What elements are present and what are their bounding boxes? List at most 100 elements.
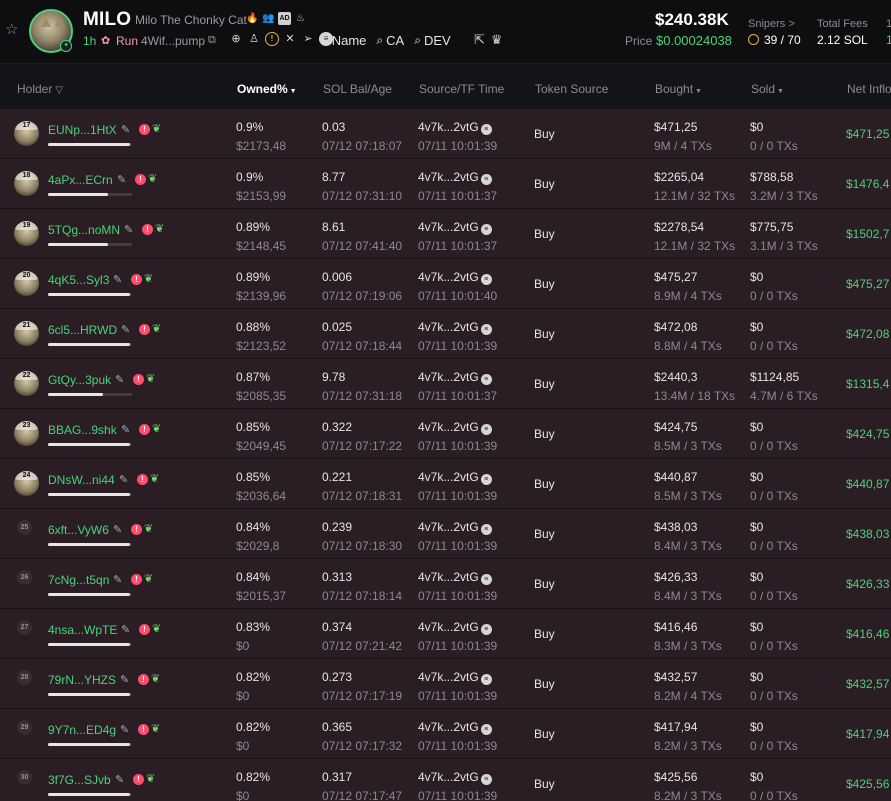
holder-rank: 19 [14, 221, 39, 230]
ad-badge-icon: AD [278, 12, 291, 25]
search-icon: ⌕ [414, 33, 421, 47]
holder-address[interactable]: GtQy...3puk [48, 373, 111, 387]
bought-usd: $471,25 [654, 120, 698, 134]
net-inflow: $475,27 [846, 277, 890, 291]
edit-icon[interactable]: ✎ [119, 473, 128, 486]
col-sold[interactable]: Sold ▼ [751, 82, 784, 96]
edit-icon[interactable]: ✎ [115, 773, 124, 786]
col-source[interactable]: Source/TF Time [419, 82, 504, 96]
table-row[interactable]: 27 4nsa...WpTE ✎ ! ❦ 0.83% $0 0.374 07/1… [0, 609, 891, 659]
edit-icon[interactable]: ✎ [121, 623, 130, 636]
crown-icon[interactable]: ♛ [491, 32, 503, 48]
external-link-icon[interactable]: ⇱ [474, 32, 485, 48]
owned-usd: $2173,48 [236, 139, 287, 153]
table-row[interactable]: 28 79rN...YHZS ✎ ! ❦ 0.82% $0 0.273 07/1… [0, 659, 891, 709]
table-row[interactable]: 22 GtQy...3puk ✎ ! ❦ 0.87% $2085,35 9.78… [0, 359, 891, 409]
table-row[interactable]: 30 3f7G...SJvb ✎ ! ❦ 0.82% $0 0.317 07/1… [0, 759, 891, 801]
holding-bar-fill [48, 393, 103, 396]
sol-balance: 0.273 [322, 670, 353, 684]
edit-icon[interactable]: ✎ [117, 173, 126, 186]
twitter-x-icon[interactable]: ✕ [283, 32, 297, 46]
search-dev-link[interactable]: ⌕ DEV [414, 33, 450, 48]
edit-icon[interactable]: ✎ [115, 373, 124, 386]
edit-icon[interactable]: ✎ [121, 423, 130, 436]
holder-address[interactable]: 9Y7n...ED4g [48, 723, 116, 737]
owned-usd: $2015,37 [236, 589, 287, 603]
holder-address[interactable]: BBAG...9shk [48, 423, 117, 437]
edit-icon[interactable]: ✎ [113, 573, 122, 586]
bought-detail: 8.2M / 4 TXs [654, 689, 722, 703]
fresh-wallet-icon: ❦ [148, 173, 158, 185]
website-icon[interactable]: ⊕ [229, 32, 243, 46]
filter-icon[interactable]: ▽ [55, 85, 63, 96]
table-row[interactable]: 24 DNsW...ni44 ✎ ! ❦ 0.85% $2036,64 0.22… [0, 459, 891, 509]
funding-source[interactable]: 4v7k...2vtG ≡ [418, 270, 492, 285]
col-sol-bal[interactable]: SOL Bal/Age [323, 82, 392, 96]
funding-source[interactable]: 4v7k...2vtG ≡ [418, 570, 492, 585]
edit-icon[interactable]: ✎ [120, 673, 129, 686]
holder-address[interactable]: EUNp...1HtX [48, 123, 117, 137]
holder-address[interactable]: 4nsa...WpTE [48, 623, 117, 637]
group-icon: 👥 [262, 13, 275, 24]
sold-detail: 0 / 0 TXs [750, 789, 798, 801]
owned-usd: $2085,35 [236, 389, 287, 403]
table-row[interactable]: 25 6xft...VyW6 ✎ ! ❦ 0.84% $2029,8 0.239… [0, 509, 891, 559]
holder-address[interactable]: 4qK5...Syl3 [48, 273, 109, 287]
search-ca-link[interactable]: ⌕ CA [376, 33, 404, 48]
favorite-star-icon[interactable]: ☆ [5, 22, 21, 38]
holder-address[interactable]: 6cl5...HRWD [48, 323, 117, 337]
fresh-wallet-icon: ❦ [152, 423, 162, 435]
funding-source[interactable]: 4v7k...2vtG ≡ [418, 170, 492, 185]
edit-icon[interactable]: ✎ [113, 523, 122, 536]
edit-icon[interactable]: ✎ [124, 223, 133, 236]
funding-source[interactable]: 4v7k...2vtG ≡ [418, 220, 492, 235]
contract-address[interactable]: 4Wif...pump [141, 34, 205, 48]
search-name-link[interactable]: ⌕ Name [322, 33, 366, 48]
edit-icon[interactable]: ✎ [121, 323, 130, 336]
table-row[interactable]: 17 EUNp...1HtX ✎ ! ❦ 0.9% $2173,48 0.03 … [0, 109, 891, 159]
funding-source[interactable]: 4v7k...2vtG ≡ [418, 620, 492, 635]
funding-source-address: 4v7k...2vtG [418, 570, 479, 584]
funding-time: 07/11 10:01:39 [418, 789, 498, 801]
funding-source[interactable]: 4v7k...2vtG ≡ [418, 720, 492, 735]
col-bought[interactable]: Bought ▼ [655, 82, 702, 96]
telegram-icon[interactable]: ➢ [301, 32, 315, 46]
warning-icon[interactable]: ! [265, 32, 279, 46]
table-row[interactable]: 26 7cNg...t5qn ✎ ! ❦ 0.84% $2015,37 0.31… [0, 559, 891, 609]
col-token-source[interactable]: Token Source [535, 82, 608, 96]
holder-address[interactable]: 5TQg...noMN [48, 223, 120, 237]
snipers-link[interactable]: Snipers > [748, 18, 795, 30]
edit-icon[interactable]: ✎ [113, 273, 122, 286]
funding-source-address: 4v7k...2vtG [418, 370, 479, 384]
copy-icon[interactable]: ⧉ [208, 34, 216, 47]
holder-address[interactable]: 3f7G...SJvb [48, 773, 111, 787]
holder-address[interactable]: 4aPx...ECrn [48, 173, 113, 187]
col-owned[interactable]: Owned% ▼ [237, 82, 297, 96]
table-row[interactable]: 18 4aPx...ECrn ✎ ! ❦ 0.9% $2153,99 8.77 … [0, 159, 891, 209]
edit-icon[interactable]: ✎ [121, 123, 130, 136]
funding-source[interactable]: 4v7k...2vtG ≡ [418, 370, 492, 385]
net-inflow: $1502,7 [846, 227, 890, 241]
net-inflow: $1476,4 [846, 177, 890, 191]
funding-source[interactable]: 4v7k...2vtG ≡ [418, 770, 492, 785]
funding-source[interactable]: 4v7k...2vtG ≡ [418, 120, 492, 135]
table-row[interactable]: 23 BBAG...9shk ✎ ! ❦ 0.85% $2049,45 0.32… [0, 409, 891, 459]
funding-source[interactable]: 4v7k...2vtG ≡ [418, 470, 492, 485]
funding-source[interactable]: 4v7k...2vtG ≡ [418, 670, 492, 685]
funding-source[interactable]: 4v7k...2vtG ≡ [418, 320, 492, 335]
table-row[interactable]: 20 4qK5...Syl3 ✎ ! ❦ 0.89% $2139,96 0.00… [0, 259, 891, 309]
holder-address[interactable]: DNsW...ni44 [48, 473, 115, 487]
funding-source[interactable]: 4v7k...2vtG ≡ [418, 420, 492, 435]
table-row[interactable]: 21 6cl5...HRWD ✎ ! ❦ 0.88% $2123,52 0.02… [0, 309, 891, 359]
sold-usd: $788,58 [750, 170, 794, 184]
holder-address[interactable]: 79rN...YHZS [48, 673, 116, 687]
col-net-inflow[interactable]: Net Inflow [847, 82, 891, 96]
funding-source[interactable]: 4v7k...2vtG ≡ [418, 520, 492, 535]
user-icon[interactable]: ♙ [247, 32, 261, 46]
holder-address[interactable]: 6xft...VyW6 [48, 523, 109, 537]
holder-address[interactable]: 7cNg...t5qn [48, 573, 109, 587]
col-holder[interactable]: Holder ▽ [17, 82, 63, 96]
table-row[interactable]: 29 9Y7n...ED4g ✎ ! ❦ 0.82% $0 0.365 07/1… [0, 709, 891, 759]
edit-icon[interactable]: ✎ [120, 723, 129, 736]
table-row[interactable]: 19 5TQg...noMN ✎ ! ❦ 0.89% $2148,45 8.61… [0, 209, 891, 259]
